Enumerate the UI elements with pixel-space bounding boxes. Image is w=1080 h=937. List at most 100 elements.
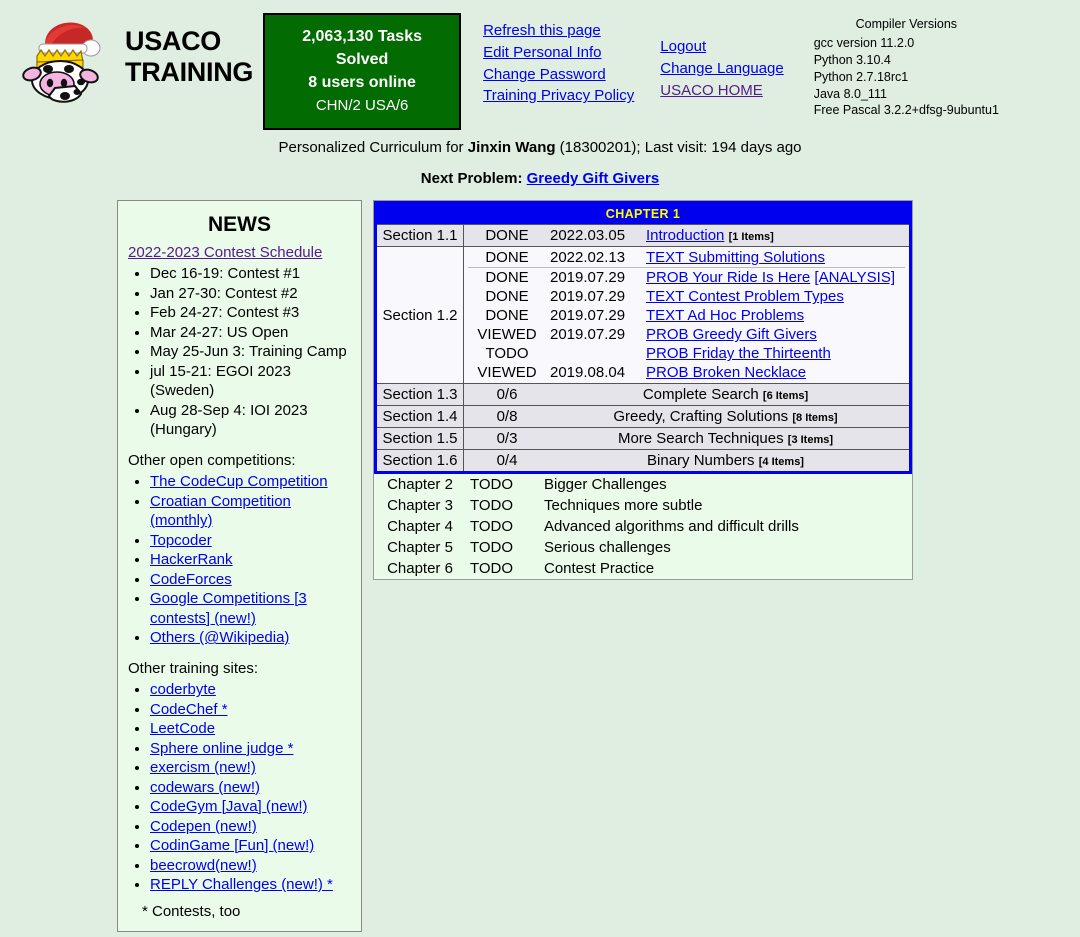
row-date: 2019.07.29 <box>550 269 626 287</box>
list-item: exercism (new!) <box>150 758 351 778</box>
link-codingame[interactable]: CodinGame [Fun] (new!) <box>150 837 314 854</box>
link-submitting-solutions[interactable]: TEXT Submitting Solutions <box>646 249 825 266</box>
section-name: Binary Numbers <box>647 452 755 470</box>
table-row: Chapter 6 TODO Contest Practice <box>374 558 912 579</box>
users-online-count: 8 users online <box>308 74 416 92</box>
link-exercism[interactable]: exercism (new!) <box>150 759 256 776</box>
table-row: DONE 2019.07.29 PROB Your Ride Is Here [… <box>468 268 905 288</box>
competitions-list: The CodeCup Competition Croatian Competi… <box>128 472 351 648</box>
next-problem: Next Problem: Greedy Gift Givers <box>0 170 1080 187</box>
link-contest-problem-types[interactable]: TEXT Contest Problem Types <box>646 288 844 305</box>
list-item: Others (@Wikipedia) <box>150 628 351 648</box>
item-count: [6 Items] <box>762 390 809 403</box>
table-row: DONE 2019.07.29 TEXT Contest Problem Typ… <box>468 287 905 306</box>
link-your-ride-is-here[interactable]: PROB Your Ride Is Here <box>646 269 810 286</box>
table-row: DONE 2019.07.29 TEXT Ad Hoc Problems <box>468 306 905 325</box>
list-item: CodinGame [Fun] (new!) <box>150 836 351 856</box>
link-change-language[interactable]: Change Language <box>660 58 783 80</box>
section-1-3-label: Section 1.3 <box>375 383 464 407</box>
row-date: 2019.07.29 <box>550 288 626 306</box>
row-status: DONE <box>485 249 529 267</box>
link-training-privacy-policy[interactable]: Training Privacy Policy <box>483 85 634 107</box>
link-croatian-competition[interactable]: Croatian Competition (monthly) <box>150 493 291 530</box>
compiler-versions: Compiler Versions gcc version 11.2.0 Pyt… <box>814 16 999 119</box>
link-topcoder[interactable]: Topcoder <box>150 532 212 549</box>
list-item: coderbyte <box>150 680 351 700</box>
link-codechef[interactable]: CodeChef * <box>150 701 228 718</box>
chapter-name: Contest Practice <box>544 560 655 578</box>
chapter-1-header-row: CHAPTER 1 <box>375 202 911 225</box>
chapter-status: TODO <box>470 539 514 557</box>
section-name: Greedy, Crafting Solutions <box>613 408 789 426</box>
link-change-password[interactable]: Change Password <box>483 64 634 86</box>
link-introduction[interactable]: Introduction <box>646 227 724 244</box>
link-codecup[interactable]: The CodeCup Competition <box>150 473 328 490</box>
table-row: DONE 2022.02.13 TEXT Submitting Solution… <box>468 248 905 268</box>
nav-secondary: Logout Change Language USACO HOME <box>660 36 783 101</box>
list-item: CodeGym [Java] (new!) <box>150 797 351 817</box>
news-footnote: * Contests, too <box>142 902 241 920</box>
compiler-version-item: Python 3.10.4 <box>813 52 891 67</box>
next-problem-label: Next Problem: <box>420 170 527 188</box>
table-row: Chapter 3 TODO Techniques more subtle <box>374 495 912 516</box>
row-date: 2022.02.13 <box>550 249 626 267</box>
list-item: codewars (new!) <box>150 778 351 798</box>
list-item: HackerRank <box>150 550 351 570</box>
link-usaco-home[interactable]: USACO HOME <box>660 80 783 102</box>
row-date: 2019.08.04 <box>550 364 626 382</box>
link-codewars[interactable]: codewars (new!) <box>150 779 260 796</box>
link-coderbyte[interactable]: coderbyte <box>150 681 216 698</box>
section-name: More Search Techniques <box>617 430 784 448</box>
curriculum-username: Jinxin Wang <box>467 139 556 157</box>
link-codegym[interactable]: CodeGym [Java] (new!) <box>150 798 308 815</box>
section-1-2-rows: DONE 2022.02.13 TEXT Submitting Solution… <box>468 248 905 382</box>
table-row: Chapter 5 TODO Serious challenges <box>374 537 912 558</box>
brand-line-2: TRAINING <box>125 57 254 88</box>
table-row: TODO PROB Friday the Thirteenth <box>468 344 905 363</box>
section-1-1-label: Section 1.1 <box>375 224 464 248</box>
news-panel: NEWS 2022-2023 Contest Schedule Dec 16-1… <box>117 200 362 933</box>
stats-box: 2,063,130 Tasks Solved 8 users online CH… <box>263 13 462 131</box>
compiler-version-item: Free Pascal 3.2.2+dfsg-9ubuntu1 <box>813 103 999 118</box>
table-row: Chapter 4 TODO Advanced algorithms and d… <box>374 516 912 537</box>
list-item: The CodeCup Competition <box>150 472 351 492</box>
link-codepen[interactable]: Codepen (new!) <box>150 818 257 835</box>
row-status: TODO <box>485 345 529 363</box>
link-beecrowd[interactable]: beecrowd(new!) <box>150 857 257 874</box>
chapter-name: Techniques more subtle <box>544 497 703 515</box>
link-google-competitions[interactable]: Google Competitions [3 contests] (new!) <box>150 590 307 627</box>
table-row: VIEWED 2019.08.04 PROB Broken Necklace <box>468 363 905 382</box>
row-status: VIEWED <box>477 364 537 382</box>
list-item: Aug 28-Sep 4: IOI 2023 (Hungary) <box>150 401 351 440</box>
link-logout[interactable]: Logout <box>660 36 783 58</box>
link-reply-challenges[interactable]: REPLY Challenges (new!) * <box>150 876 333 893</box>
link-sphere-online-judge[interactable]: Sphere online judge * <box>150 740 293 757</box>
training-sites-list: coderbyte CodeChef * LeetCode Sphere onl… <box>128 680 351 895</box>
link-contest-schedule[interactable]: 2022-2023 Contest Schedule <box>128 243 351 263</box>
link-greedy-gift-givers[interactable]: PROB Greedy Gift Givers <box>646 326 817 343</box>
list-item: Topcoder <box>150 531 351 551</box>
link-others-wikipedia[interactable]: Others (@Wikipedia) <box>150 629 289 646</box>
link-ad-hoc-problems[interactable]: TEXT Ad Hoc Problems <box>646 307 804 324</box>
link-leetcode[interactable]: LeetCode <box>150 720 215 737</box>
list-item: CodeForces <box>150 570 351 590</box>
cow-santa-hat-logo-icon <box>15 14 111 106</box>
list-item: REPLY Challenges (new!) * <box>150 875 351 895</box>
link-edit-personal-info[interactable]: Edit Personal Info <box>483 42 634 64</box>
row-date <box>546 344 642 363</box>
link-codeforces[interactable]: CodeForces <box>150 571 232 588</box>
next-problem-link[interactable]: Greedy Gift Givers <box>527 170 660 187</box>
list-item: Sphere online judge * <box>150 739 351 759</box>
table-row: Section 1.2 DONE 2022.02.13 TEXT Submitt… <box>375 246 911 385</box>
link-friday-the-thirteenth[interactable]: PROB Friday the Thirteenth <box>646 345 831 362</box>
link-refresh-page[interactable]: Refresh this page <box>483 20 634 42</box>
row-status: DONE <box>485 227 529 245</box>
link-broken-necklace[interactable]: PROB Broken Necklace <box>646 364 806 381</box>
link-analysis[interactable]: [ANALYSIS] <box>814 269 895 286</box>
news-title: NEWS <box>208 213 271 237</box>
list-item: jul 15-21: EGOI 2023 (Sweden) <box>150 362 351 401</box>
chapter-1-table: CHAPTER 1 Section 1.1 DONE 2022.03.05 In… <box>374 201 912 475</box>
chapter-name: Advanced algorithms and difficult drills <box>544 518 799 536</box>
link-hackerrank[interactable]: HackerRank <box>150 551 233 568</box>
list-item: Croatian Competition (monthly) <box>150 492 351 531</box>
